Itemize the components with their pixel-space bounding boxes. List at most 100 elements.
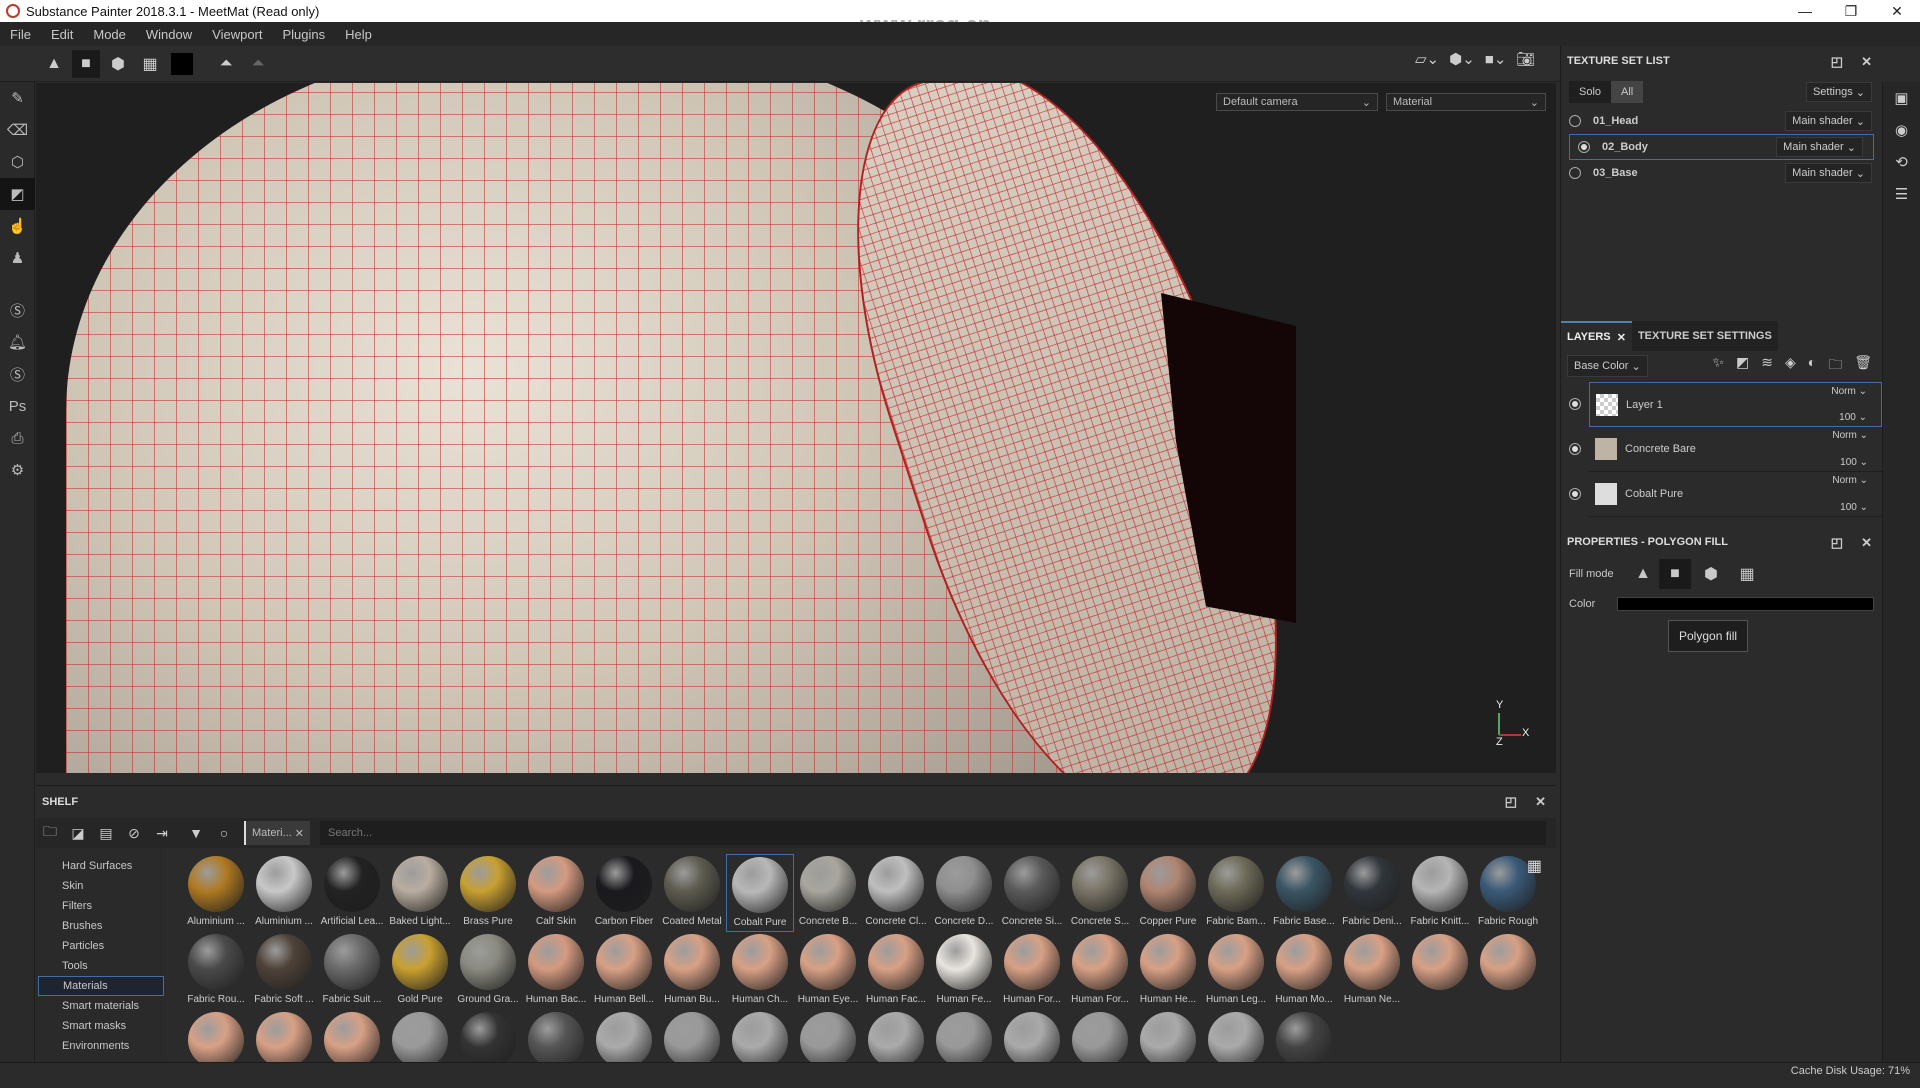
add-smart-material-icon[interactable]: ◐	[1808, 354, 1816, 378]
material-item[interactable]: Fabric Bam...	[1202, 854, 1270, 932]
shelf-category-item[interactable]: Environments	[38, 1036, 164, 1056]
material-item[interactable]: Cobalt Pure	[726, 854, 794, 932]
polygon-fill-mode-icon[interactable]: ■	[1659, 559, 1691, 589]
grid-view-icon[interactable]: ▦	[1527, 856, 1542, 876]
shelf-search-input[interactable]: Search...	[320, 821, 1546, 845]
material-item[interactable]: Fabric Knitt...	[1406, 854, 1474, 932]
triangle-fill-icon[interactable]: ▲	[40, 50, 68, 78]
layer-item[interactable]: Concrete Bare Norm ⌄ 100 ⌄	[1589, 427, 1882, 472]
display-settings-icon[interactable]: ▣	[1883, 82, 1920, 114]
3d-viewport[interactable]: Default camera ⌄ Material ⌄ Y XZ	[36, 83, 1556, 773]
visibility-toggle-icon[interactable]	[1569, 443, 1581, 455]
add-effect-icon[interactable]: ✨︎	[1712, 354, 1724, 378]
material-item[interactable]: Fabric Suit ...	[318, 932, 386, 1010]
uv-fill-mode-icon[interactable]: ▦	[1731, 564, 1763, 584]
menu-mode[interactable]: Mode	[83, 27, 136, 42]
mesh-fill-icon[interactable]: ⬢	[104, 50, 132, 78]
import-icon[interactable]: ⇥	[148, 825, 176, 842]
material-item[interactable]: Aluminium ...	[182, 854, 250, 932]
material-item[interactable]: Concrete Si...	[998, 854, 1066, 932]
texture-set-radio[interactable]	[1569, 167, 1581, 179]
shader-dropdown[interactable]: Main shader ⌄	[1785, 111, 1872, 131]
screenshot-icon[interactable]: 📷︎	[1516, 50, 1535, 68]
solo-toggle[interactable]: Solo	[1569, 81, 1612, 103]
shader-dropdown[interactable]: Main shader ⌄	[1776, 137, 1863, 157]
material-item[interactable]: Human Leg...	[1202, 932, 1270, 1010]
material-item[interactable]: Carbon Fiber	[590, 854, 658, 932]
opacity-dropdown[interactable]: 100 ⌄	[1839, 412, 1867, 423]
blend-mode-dropdown[interactable]: Norm ⌄	[1831, 386, 1867, 397]
material-item[interactable]: Concrete Cl...	[862, 854, 930, 932]
camera-icon[interactable]: ■⌄	[1485, 50, 1507, 68]
material-item[interactable]: Baked Light...	[386, 854, 454, 932]
substance-alt-icon[interactable]: Ⓢ	[0, 358, 35, 390]
shelf-category-item[interactable]: Particles	[38, 936, 164, 956]
mesh-fill-mode-icon[interactable]: ⬢	[1691, 564, 1731, 584]
material-item[interactable]: Fabric Base...	[1270, 854, 1338, 932]
material-item[interactable]: Ground Gra...	[454, 932, 522, 1010]
opacity-dropdown[interactable]: 100 ⌄	[1840, 502, 1868, 513]
material-item[interactable]: Human Ch...	[726, 932, 794, 1010]
visibility-toggle-icon[interactable]	[1569, 488, 1581, 500]
export-icon[interactable]: ⎙	[0, 422, 35, 454]
material-item[interactable]: Human Fe...	[930, 932, 998, 1010]
material-item[interactable]: Human Fac...	[862, 932, 930, 1010]
display-cube-icon[interactable]: ⬢⌄	[1449, 50, 1475, 68]
add-fill-layer-icon[interactable]: ◈	[1785, 354, 1796, 378]
add-folder-icon[interactable]: 🗀︎	[1828, 354, 1842, 378]
menu-help[interactable]: Help	[335, 27, 382, 42]
material-item[interactable]: Brass Pure	[454, 854, 522, 932]
panel-close-icon[interactable]: ✕	[1861, 535, 1872, 551]
material-item[interactable]	[1406, 932, 1474, 1010]
opacity-dropdown[interactable]: 100 ⌄	[1840, 457, 1868, 468]
material-item[interactable]: Human Bu...	[658, 932, 726, 1010]
material-item[interactable]: Aluminium ...	[250, 854, 318, 932]
maximize-button[interactable]: ❐	[1828, 0, 1874, 22]
shelf-category-item[interactable]: Tools	[38, 956, 164, 976]
eraser-icon[interactable]: ⌫	[0, 114, 35, 146]
material-item[interactable]: Calf Skin	[522, 854, 590, 932]
material-item[interactable]: Artificial Lea...	[318, 854, 386, 932]
folder-icon[interactable]: 🗀︎	[36, 821, 64, 845]
menu-window[interactable]: Window	[136, 27, 202, 42]
mirror-icon[interactable]: ⏶	[212, 50, 240, 78]
add-mask-icon[interactable]: ◩	[1736, 354, 1749, 378]
menu-viewport[interactable]: Viewport	[202, 27, 272, 42]
material-item[interactable]: Concrete D...	[930, 854, 998, 932]
material-item[interactable]: Human He...	[1134, 932, 1202, 1010]
photoshop-icon[interactable]: Ps	[0, 390, 35, 422]
shelf-category-item[interactable]: Filters	[38, 896, 164, 916]
material-item[interactable]: Human For...	[998, 932, 1066, 1010]
clone-stamp-icon[interactable]: ♟	[0, 242, 35, 274]
polygon-fill-icon[interactable]: ■	[72, 49, 100, 78]
color-swatch[interactable]	[168, 50, 196, 78]
list-icon[interactable]: ▤	[92, 825, 120, 842]
camera-select[interactable]: Default camera ⌄	[1216, 93, 1378, 111]
undock-icon[interactable]: ◰	[1831, 535, 1843, 551]
hide-icon[interactable]: ⊘	[120, 825, 148, 842]
channel-select[interactable]: Base Color ⌄	[1567, 355, 1648, 377]
smudge-icon[interactable]: ☝	[0, 210, 35, 242]
shader-settings-icon[interactable]: ◉	[1883, 114, 1920, 146]
uv-checker-icon[interactable]: ▦	[136, 50, 164, 78]
texture-set-radio[interactable]	[1569, 115, 1581, 127]
material-item[interactable]: Human Mo...	[1270, 932, 1338, 1010]
undock-icon[interactable]: ◰	[1505, 794, 1517, 810]
bell-icon[interactable]: 🔔︎	[0, 326, 35, 358]
material-item[interactable]: Human Bac...	[522, 932, 590, 1010]
add-layer-icon[interactable]: ≋	[1761, 354, 1773, 378]
settings-dropdown[interactable]: Settings ⌄	[1805, 82, 1872, 102]
shelf-category-item[interactable]: Materials	[38, 976, 164, 996]
new-icon[interactable]: ◪	[64, 825, 92, 842]
shelf-close-icon[interactable]: ✕	[1535, 794, 1546, 810]
polygon-fill-tool-icon[interactable]: ◩	[0, 178, 35, 210]
shelf-category-item[interactable]: Smart materials	[38, 996, 164, 1016]
shelf-category-item[interactable]: Brushes	[38, 916, 164, 936]
material-item[interactable]: Fabric Rou...	[182, 932, 250, 1010]
projection-icon[interactable]: ⬡	[0, 146, 35, 178]
material-item[interactable]: Fabric Deni...	[1338, 854, 1406, 932]
material-item[interactable]: Concrete B...	[794, 854, 862, 932]
minimize-button[interactable]: —	[1782, 0, 1828, 22]
material-item[interactable]: Human Eye...	[794, 932, 862, 1010]
close-button[interactable]: ✕	[1874, 0, 1920, 22]
